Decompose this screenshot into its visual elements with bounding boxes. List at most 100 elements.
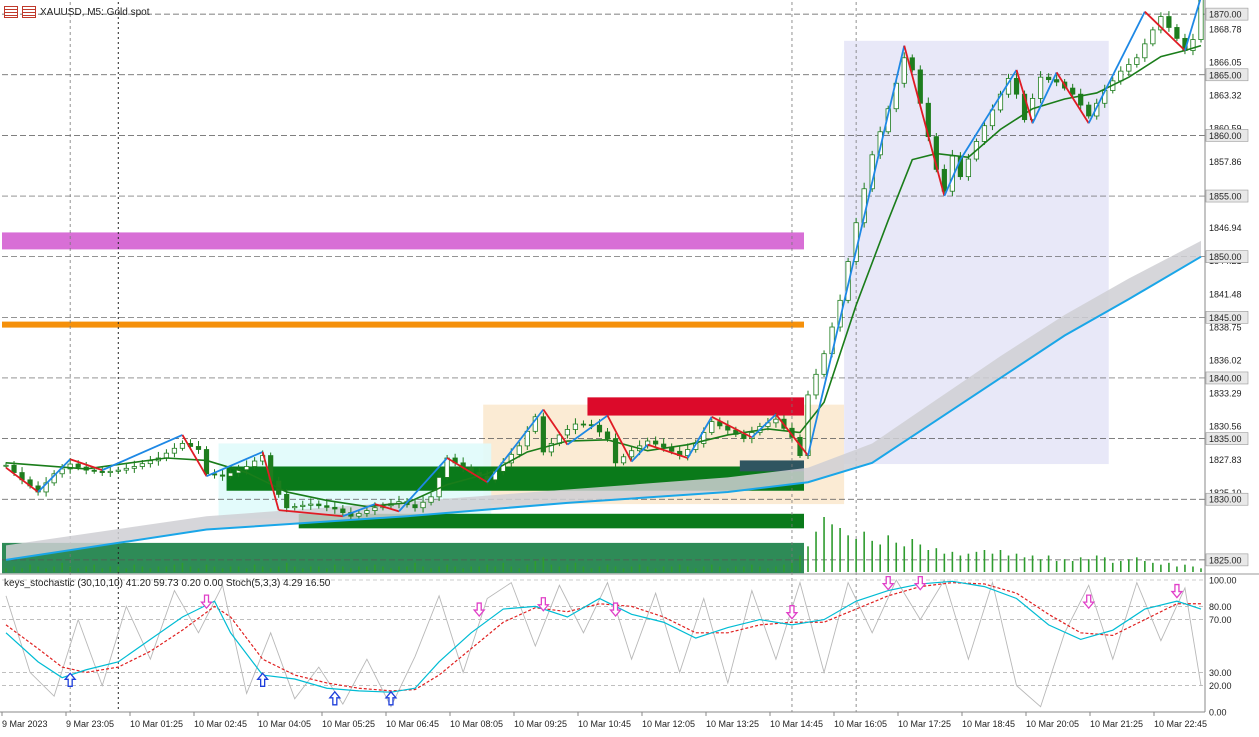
volume-bar xyxy=(542,557,545,572)
volume-bar xyxy=(1136,557,1138,572)
volume-bar xyxy=(470,566,472,572)
bull-candle xyxy=(620,456,627,464)
bull-candle xyxy=(171,447,178,454)
bull-candle xyxy=(564,429,571,436)
volume-bar xyxy=(237,566,240,572)
volume-bar xyxy=(646,566,649,572)
volume-bar xyxy=(999,550,1002,572)
time-tick-label: 10 Mar 10:45 xyxy=(578,719,631,729)
time-axis: 9 Mar 2023 9 Mar 23:05 10 Mar 01:25 10 Mar … xyxy=(0,711,1207,729)
volume-bar xyxy=(943,553,946,572)
volume-bar xyxy=(550,564,553,572)
bear-candle xyxy=(1166,16,1172,28)
volume-bar xyxy=(823,517,825,572)
volume-bar xyxy=(1184,564,1186,572)
bull-candle xyxy=(107,470,113,473)
bull-candle xyxy=(139,463,145,467)
price-tick-label: 1841.48 xyxy=(1209,289,1242,299)
bull-candle xyxy=(1126,64,1132,72)
volume-bar xyxy=(478,566,480,572)
volume-bar xyxy=(326,568,328,572)
volume-bar xyxy=(1087,559,1090,572)
volume-bar xyxy=(1047,555,1050,572)
bull-candle xyxy=(813,373,819,396)
bull-candle xyxy=(420,501,426,509)
volume-bar xyxy=(85,566,88,572)
volume-bar xyxy=(77,568,79,572)
volume-bar xyxy=(366,566,368,572)
volume-bar xyxy=(245,568,248,572)
bear-candle xyxy=(195,446,202,450)
volume-bar xyxy=(1160,564,1162,572)
chart-header: XAUUSD, M5: Gold spot xyxy=(4,4,149,20)
volume-bar xyxy=(927,550,930,572)
volume-bar xyxy=(510,566,513,572)
bear-candle xyxy=(1046,76,1052,81)
bear-candle xyxy=(661,443,667,448)
volume-bar xyxy=(37,566,39,572)
volume-bar xyxy=(526,564,529,572)
volume-bar xyxy=(1168,562,1170,572)
stoch-tick-label: 0.00 xyxy=(1209,708,1227,718)
arrow-up-icon xyxy=(384,690,398,706)
volume-bar xyxy=(277,566,280,572)
price-level-label: 1835.00 xyxy=(1209,434,1242,444)
time-tick-label: 10 Mar 14:45 xyxy=(770,719,823,729)
candles-icon[interactable] xyxy=(22,6,36,18)
volume-bar xyxy=(767,568,769,572)
volume-bar xyxy=(454,566,456,572)
stoch-tick-label: 20.00 xyxy=(1209,681,1232,691)
zigzag-segment xyxy=(181,434,208,477)
volume-bar xyxy=(863,531,865,572)
volume-bar xyxy=(903,546,906,572)
volume-bar xyxy=(293,566,296,572)
volume-bar xyxy=(871,540,873,572)
bar-chart-icon[interactable] xyxy=(4,6,18,18)
arrow-down-icon xyxy=(1170,583,1184,599)
arrow-up-icon xyxy=(63,672,77,687)
volume-bar xyxy=(414,562,416,572)
volume-bar xyxy=(630,566,633,572)
price-tick-label: 1838.75 xyxy=(1209,322,1242,332)
price-level-label: 1845.00 xyxy=(1209,313,1242,323)
volume-bar xyxy=(662,566,665,572)
volume-bar xyxy=(1023,557,1026,572)
bear-candle xyxy=(412,504,418,509)
volume-bar xyxy=(109,566,112,572)
volume-bar xyxy=(1071,561,1074,572)
volume-bar xyxy=(438,566,440,572)
time-tick-label: 10 Mar 02:45 xyxy=(194,719,247,729)
price-tick-label: 1836.02 xyxy=(1209,356,1242,366)
volume-bar xyxy=(221,568,224,572)
volume-bar xyxy=(983,550,986,572)
volume-bar xyxy=(446,564,448,572)
volume-bar xyxy=(157,566,160,572)
time-tick-label: 10 Mar 17:25 xyxy=(898,719,951,729)
bear-candle xyxy=(1070,87,1076,95)
arrow-down-icon xyxy=(472,602,486,618)
price-level-label: 1830.00 xyxy=(1209,495,1242,505)
volume-bar xyxy=(558,566,561,572)
arrow-down-icon xyxy=(913,575,927,591)
time-tick-label: 10 Mar 12:05 xyxy=(642,719,695,729)
volume-bar xyxy=(1031,555,1034,572)
price-tick-label: 1863.32 xyxy=(1209,91,1242,101)
volume-bar xyxy=(21,568,23,572)
volume-bar xyxy=(301,568,304,572)
volume-bar xyxy=(879,544,881,572)
time-tick-label: 10 Mar 04:05 xyxy=(258,719,311,729)
indicator-title: keys_stochastic (30,10,10) 41.20 59.73 0… xyxy=(4,578,331,589)
volume-bar xyxy=(887,535,890,572)
volume-bar xyxy=(895,542,898,572)
volume-bar xyxy=(710,564,713,572)
chart-window: 1868.781866.051863.321860.591857.861852.… xyxy=(0,0,1259,733)
volume-bar xyxy=(189,566,192,572)
volume-bar xyxy=(967,553,970,572)
volume-bar xyxy=(751,564,753,572)
volume-bar xyxy=(1200,568,1202,572)
bear-candle xyxy=(91,469,97,472)
volume-bar xyxy=(342,566,344,572)
volume-bar xyxy=(775,566,777,572)
volume-bar xyxy=(622,568,625,572)
bull-candle xyxy=(1150,29,1156,45)
